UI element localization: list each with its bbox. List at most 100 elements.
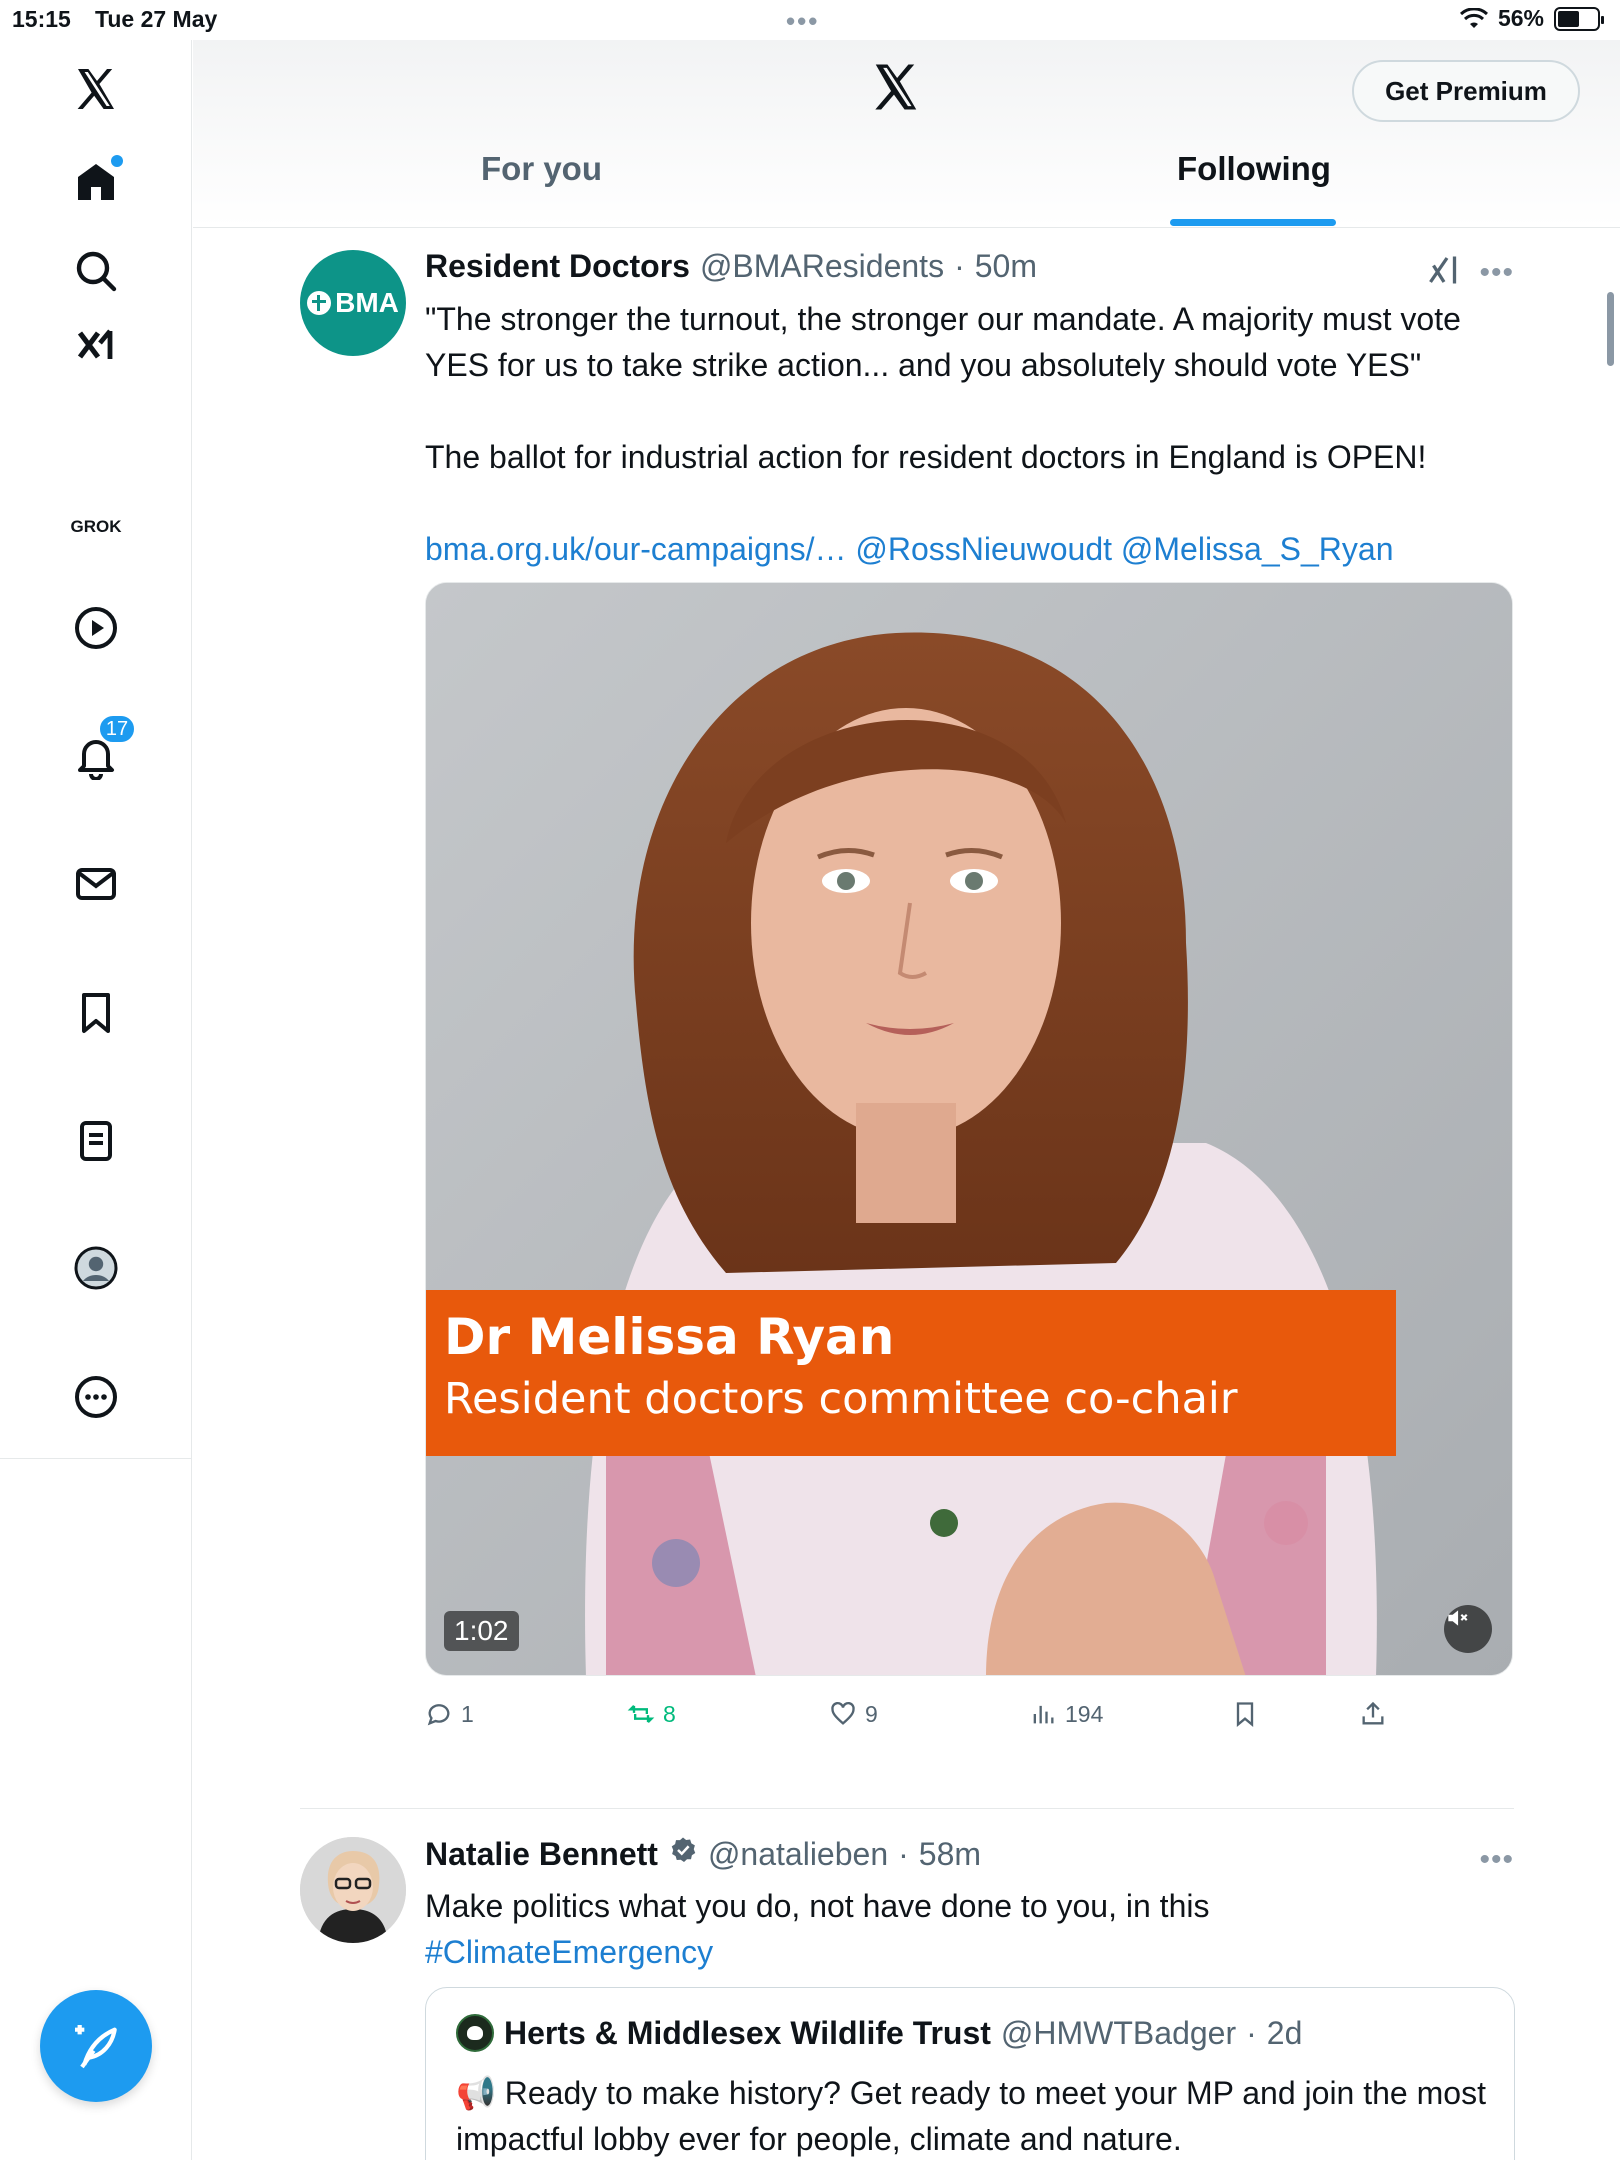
sidebar-item-notifications[interactable]: 17 xyxy=(55,713,137,797)
status-time: 15:15 xyxy=(12,6,71,32)
post-quote-text: "The stronger the turnout, the stronger … xyxy=(425,301,1461,383)
bookmark-post-button[interactable] xyxy=(1231,1700,1259,1728)
mention-ross[interactable]: @RossNieuwoudt xyxy=(855,531,1112,567)
list-icon xyxy=(80,1121,112,1161)
reply-count: 1 xyxy=(461,1700,474,1727)
post-time[interactable]: 50m xyxy=(975,248,1037,285)
battery-icon xyxy=(1554,6,1604,31)
quote-text: 📢 Ready to make history? Get ready to me… xyxy=(456,2070,1496,2160)
tab-following[interactable]: Following xyxy=(1177,150,1331,188)
x-logo-icon xyxy=(868,60,924,119)
analytics-bars-icon xyxy=(1033,1705,1054,1724)
sidebar-item-home[interactable] xyxy=(55,141,137,223)
author-avatar[interactable] xyxy=(300,1837,406,1943)
status-bar: 15:15 Tue 27 May ••• 56% xyxy=(0,0,1620,40)
grok-explain-icon[interactable] xyxy=(1426,252,1462,293)
mute-toggle-button[interactable] xyxy=(1444,1605,1492,1653)
post-time[interactable]: 58m xyxy=(919,1836,981,1873)
quote-time: 2d xyxy=(1266,2014,1303,2051)
sidebar-item-messages[interactable] xyxy=(55,843,137,925)
compose-post-button[interactable] xyxy=(40,1990,152,2102)
home-unread-dot xyxy=(111,155,123,167)
views-button[interactable]: 194 xyxy=(1029,1700,1103,1728)
wifi-icon xyxy=(1459,7,1488,28)
caption-name: Dr Melissa Ryan xyxy=(444,1308,895,1366)
notifications-badge: 17 xyxy=(97,713,137,745)
play-circle-icon xyxy=(75,607,117,649)
quote-header: Herts & Middlesex Wildlife Trust @HMWTBa… xyxy=(456,2014,1302,2052)
sidebar-item-grok[interactable] xyxy=(55,308,137,390)
author-name[interactable]: Natalie Bennett xyxy=(425,1836,658,1873)
video-player[interactable]: Dr Melissa Ryan Resident doctors committ… xyxy=(425,582,1513,1676)
video-duration: 1:02 xyxy=(444,1611,519,1651)
post-links: bma.org.uk/our-campaigns/… @RossNieuwoud… xyxy=(425,526,1515,572)
bookmark-icon xyxy=(82,993,110,1033)
sidebar-item-lists[interactable] xyxy=(55,1100,137,1182)
share-button[interactable] xyxy=(1359,1700,1387,1728)
sidebar-item-bookmarks[interactable] xyxy=(55,972,137,1054)
caption-role: Resident doctors committee co-chair xyxy=(444,1374,1238,1424)
bma-logo-icon xyxy=(307,291,332,315)
sidebar-item-search[interactable] xyxy=(55,230,137,312)
post-text: Make politics what you do, not have done… xyxy=(425,1883,1515,1975)
repost-count: 8 xyxy=(663,1700,676,1727)
author-handle[interactable]: @BMAResidents xyxy=(700,248,944,285)
get-premium-button[interactable]: Get Premium xyxy=(1352,60,1580,122)
bookmark-icon xyxy=(1236,1702,1254,1727)
post-text-line: Make politics what you do, not have done… xyxy=(425,1888,1210,1924)
profile-avatar-icon xyxy=(74,1246,118,1290)
heart-icon xyxy=(831,1701,855,1725)
active-tab-indicator xyxy=(1170,219,1336,226)
battery-percent: 56% xyxy=(1497,5,1544,31)
verified-badge-icon xyxy=(671,1837,696,1862)
view-count: 194 xyxy=(1065,1700,1104,1727)
mention-melissa[interactable]: @Melissa_S_Ryan xyxy=(1121,531,1394,567)
megaphone-icon: 📢 xyxy=(456,2075,496,2111)
x-logo-icon[interactable] xyxy=(55,48,137,130)
multitasking-dots-icon[interactable]: ••• xyxy=(786,6,819,37)
reply-icon xyxy=(427,1704,450,1726)
post-actions: 1 8 9 194 xyxy=(425,1700,1515,1740)
like-button[interactable]: 9 xyxy=(829,1700,878,1728)
repost-button[interactable]: 8 xyxy=(627,1700,676,1728)
hashtag-climate-emergency[interactable]: #ClimateEmergency xyxy=(425,1934,713,1970)
grok-icon xyxy=(77,329,113,359)
sidebar-item-video[interactable] xyxy=(55,587,137,669)
lower-third-caption: Dr Melissa Ryan Resident doctors committ… xyxy=(426,1290,1396,1456)
avatar-logo-text: BMA xyxy=(335,287,399,318)
search-icon xyxy=(76,251,117,292)
video-frame xyxy=(426,583,1512,1675)
post-text: "The stronger the turnout, the stronger … xyxy=(425,296,1515,572)
post-ballot-text: The ballot for industrial action for res… xyxy=(425,439,1427,475)
compose-feather-icon xyxy=(75,2025,117,2069)
author-name[interactable]: Resident Doctors xyxy=(425,248,690,285)
speaker-muted-icon xyxy=(1448,1610,1468,1626)
sidebar-item-profile[interactable] xyxy=(55,1227,137,1309)
quote-author-handle: @HMWTBadger xyxy=(1000,2014,1237,2051)
author-handle[interactable]: @natalieben xyxy=(708,1836,888,1873)
sidebar-item-more[interactable] xyxy=(55,1356,137,1438)
author-avatar[interactable]: BMA xyxy=(300,250,406,356)
post-more-icon[interactable]: ••• xyxy=(1479,1843,1514,1877)
status-right: 56% xyxy=(1459,5,1604,32)
repost-icon xyxy=(627,1705,655,1723)
tab-for-you[interactable]: For you xyxy=(481,150,602,188)
grok-label: GROK xyxy=(70,517,122,536)
reply-button[interactable]: 1 xyxy=(425,1700,474,1728)
status-date: Tue 27 May xyxy=(95,6,218,32)
mail-icon xyxy=(76,868,116,900)
post-resident-doctors[interactable]: BMA Resident Doctors @BMAResidents · 50m… xyxy=(300,248,1514,1808)
post-more-icon[interactable]: ••• xyxy=(1479,256,1514,290)
quote-author-name: Herts & Middlesex Wildlife Trust xyxy=(504,2014,991,2051)
scrollbar-thumb[interactable] xyxy=(1607,292,1614,366)
quoted-post[interactable]: Herts & Middlesex Wildlife Trust @HMWTBa… xyxy=(425,1987,1515,2160)
author-photo xyxy=(300,1837,406,1943)
badger-avatar-icon xyxy=(456,2014,494,2052)
campaign-link[interactable]: bma.org.uk/our-campaigns/… xyxy=(425,531,847,567)
feed-header: Get Premium For you Following xyxy=(193,40,1620,228)
post-natalie-bennett[interactable]: Natalie Bennett @natalieben · 58m ••• Ma… xyxy=(300,1835,1515,2160)
more-circle-icon xyxy=(75,1376,117,1418)
share-icon xyxy=(1362,1701,1384,1725)
post-header: Resident Doctors @BMAResidents · 50m xyxy=(425,248,1037,285)
quote-text-content: Ready to make history? Get ready to meet… xyxy=(456,2075,1486,2157)
